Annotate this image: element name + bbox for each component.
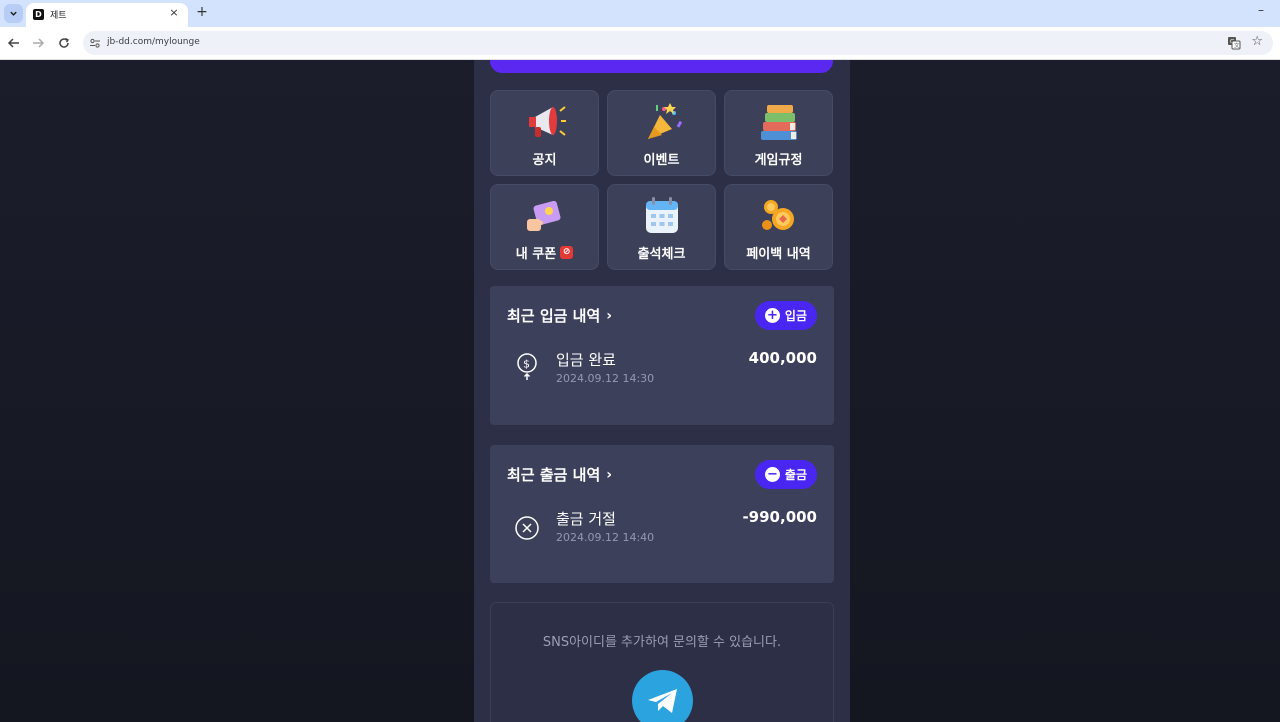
primary-action-bar[interactable]	[490, 60, 833, 73]
reload-button[interactable]	[56, 35, 72, 51]
recent-withdraw-card: 최근 출금 내역 › − 출금 출금 거절 2024.09.12 14:40 -…	[490, 445, 834, 583]
back-button[interactable]	[6, 35, 22, 51]
deposit-card-title: 최근 입금 내역	[507, 307, 601, 325]
deposit-dollar-icon: $	[517, 353, 537, 380]
deposit-history-link[interactable]: 최근 입금 내역 ›	[507, 305, 612, 326]
deposit-button-label: 입금	[784, 309, 807, 323]
telegram-icon	[647, 688, 677, 713]
sns-contact-card: SNS아이디를 추가하여 문의할 수 있습니다.	[490, 602, 834, 722]
menu-tile-notice[interactable]: 공지	[490, 90, 599, 176]
tile-label: 공지	[532, 153, 557, 168]
bookmark-star-icon[interactable]: ☆	[1251, 34, 1263, 49]
chevron-right-icon: ›	[606, 466, 613, 483]
tile-label: 내 쿠폰 ⊘	[491, 243, 598, 262]
browser-toolbar: jb-dd.com/mylounge G文 ☆	[0, 27, 1280, 60]
tab-search-button[interactable]	[4, 4, 23, 23]
withdraw-amount: -990,000	[742, 508, 817, 526]
withdraw-button[interactable]: − 출금	[754, 460, 817, 489]
megaphone-icon	[491, 101, 598, 143]
svg-text:$: $	[523, 358, 530, 371]
coupon-badge-icon: ⊘	[560, 246, 574, 259]
site-favicon-icon: D	[33, 9, 44, 20]
menu-tile-event[interactable]: 이벤트	[607, 90, 716, 176]
browser-tab[interactable]: D 제트 ×	[26, 3, 188, 27]
window-minimize-button[interactable]: –	[1258, 3, 1264, 17]
menu-tile-coupon[interactable]: 내 쿠폰 ⊘	[490, 184, 599, 270]
tile-label: 페이백 내역	[746, 247, 811, 262]
svg-text:文: 文	[1234, 42, 1240, 50]
url-text: jb-dd.com/mylounge	[107, 37, 200, 47]
chevron-right-icon: ›	[606, 307, 613, 324]
address-bar[interactable]: jb-dd.com/mylounge G文 ☆	[83, 31, 1273, 55]
tile-label: 게임규정	[754, 153, 803, 168]
chevron-down-icon	[10, 11, 17, 16]
translate-icon[interactable]: G文	[1227, 36, 1241, 50]
minus-circle-icon: −	[764, 467, 780, 482]
deposit-date: 2024.09.12 14:30	[556, 372, 655, 385]
deposit-amount: 400,000	[748, 349, 817, 367]
recent-deposit-card: 최근 입금 내역 › + 입금 $ 입금 완료 2024.09.12 14:30…	[490, 286, 834, 425]
rejected-x-icon	[515, 516, 539, 540]
deposit-button[interactable]: + 입금	[754, 301, 817, 330]
menu-tile-attendance[interactable]: 출석체크	[607, 184, 716, 270]
withdraw-card-title: 최근 출금 내역	[507, 466, 601, 484]
menu-tile-payback[interactable]: 페이백 내역	[724, 184, 833, 270]
coupon-icon	[491, 195, 598, 237]
withdraw-button-label: 출금	[784, 468, 807, 482]
withdraw-date: 2024.09.12 14:40	[556, 531, 655, 544]
arrow-right-icon	[33, 38, 45, 48]
tab-title: 제트	[50, 11, 67, 21]
site-settings-icon	[90, 38, 100, 48]
forward-button[interactable]	[30, 35, 46, 51]
page-viewport: 공지 이벤트 게임규정 내 쿠폰 ⊘ 출석체크 페이백 내역 최근 입금 내역 …	[0, 60, 1280, 722]
deposit-status: 입금 완료	[556, 351, 616, 369]
calendar-icon	[608, 195, 715, 237]
tile-label: 이벤트	[643, 153, 680, 168]
arrow-left-icon	[7, 38, 19, 48]
party-popper-icon	[608, 101, 715, 143]
withdraw-history-link[interactable]: 최근 출금 내역 ›	[507, 464, 612, 485]
new-tab-button[interactable]: +	[194, 4, 210, 20]
reload-icon	[59, 37, 69, 48]
plus-circle-icon: +	[764, 308, 780, 323]
menu-tile-rules[interactable]: 게임규정	[724, 90, 833, 176]
withdraw-status: 출금 거절	[556, 510, 616, 528]
lounge-panel: 공지 이벤트 게임규정 내 쿠폰 ⊘ 출석체크 페이백 내역 최근 입금 내역 …	[474, 60, 850, 722]
coins-icon	[725, 195, 832, 237]
tile-label: 출석체크	[637, 247, 686, 262]
browser-tabstrip: D 제트 × + –	[0, 0, 1280, 27]
books-icon	[725, 101, 832, 143]
telegram-button[interactable]	[632, 670, 693, 722]
sns-info-text: SNS아이디를 추가하여 문의할 수 있습니다.	[542, 635, 782, 650]
tab-close-button[interactable]: ×	[166, 5, 182, 21]
